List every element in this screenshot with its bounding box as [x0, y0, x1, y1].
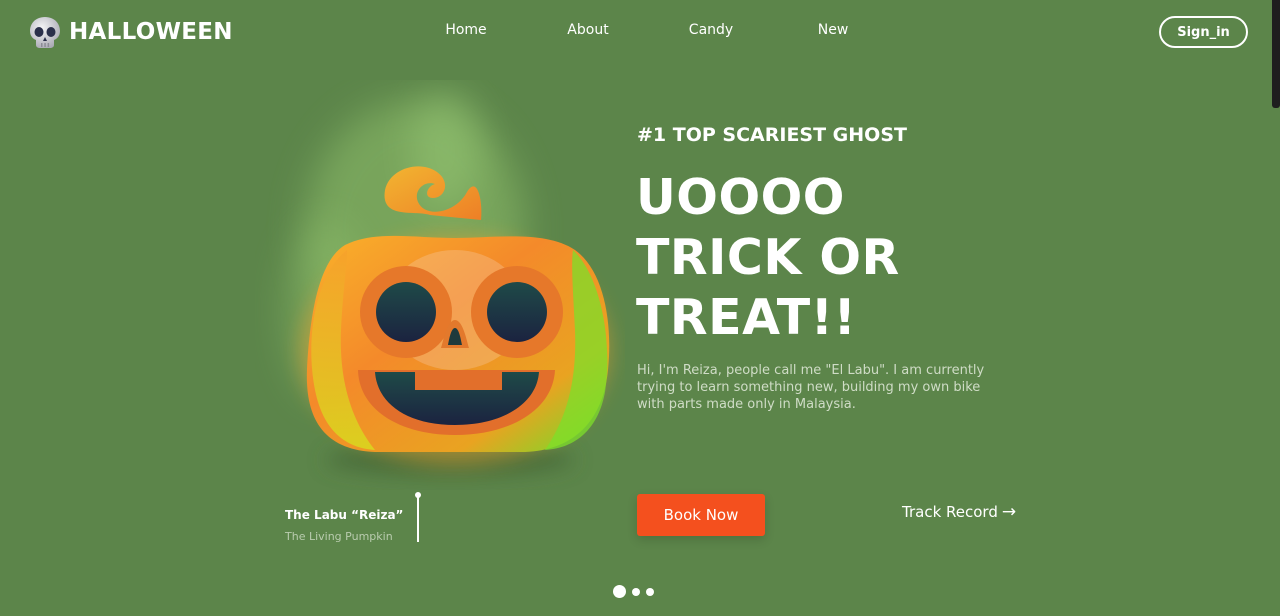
nav-candy[interactable]: Candy — [689, 22, 733, 38]
sign-in-button[interactable]: Sign_in — [1159, 16, 1248, 48]
hero-eyebrow: #1 TOP SCARIEST GHOST — [637, 124, 907, 146]
book-now-button[interactable]: Book Now — [637, 494, 765, 536]
caption-pin-line — [417, 496, 419, 542]
hero-headline: UOOOO TRICK OR TREAT!! — [636, 168, 1056, 348]
nav-home[interactable]: Home — [445, 22, 486, 38]
pumpkin-caption: The Labu “Reiza” The Living Pumpkin — [285, 508, 403, 543]
caption-title: The Labu “Reiza” — [285, 508, 404, 522]
carousel-dot-2[interactable] — [632, 587, 640, 596]
arrow-right-icon: → — [1001, 502, 1017, 522]
scrollbar-thumb[interactable] — [1272, 0, 1280, 108]
headline-line: UOOOO — [636, 169, 845, 226]
pumpkin-illustration — [255, 80, 625, 490]
headline-line: TRICK OR — [636, 229, 900, 286]
hero-description: Hi, I'm Reiza, people call me "El Labu".… — [637, 363, 985, 412]
nav-about[interactable]: About — [567, 22, 608, 38]
page: HALLOWEEN Home About Candy New Sign_in T… — [0, 0, 1280, 616]
track-record-link[interactable]: Track Record → — [902, 502, 1016, 522]
headline-line: TREAT!! — [636, 289, 857, 346]
carousel-dot-1[interactable] — [613, 585, 626, 598]
track-record-label: Track Record — [902, 503, 998, 521]
main-nav: Home About Candy New — [0, 22, 1280, 42]
caption-subtitle: The Living Pumpkin — [285, 530, 393, 543]
nav-new[interactable]: New — [818, 22, 849, 38]
carousel-dots — [613, 585, 660, 598]
carousel-dot-3[interactable] — [646, 587, 654, 596]
